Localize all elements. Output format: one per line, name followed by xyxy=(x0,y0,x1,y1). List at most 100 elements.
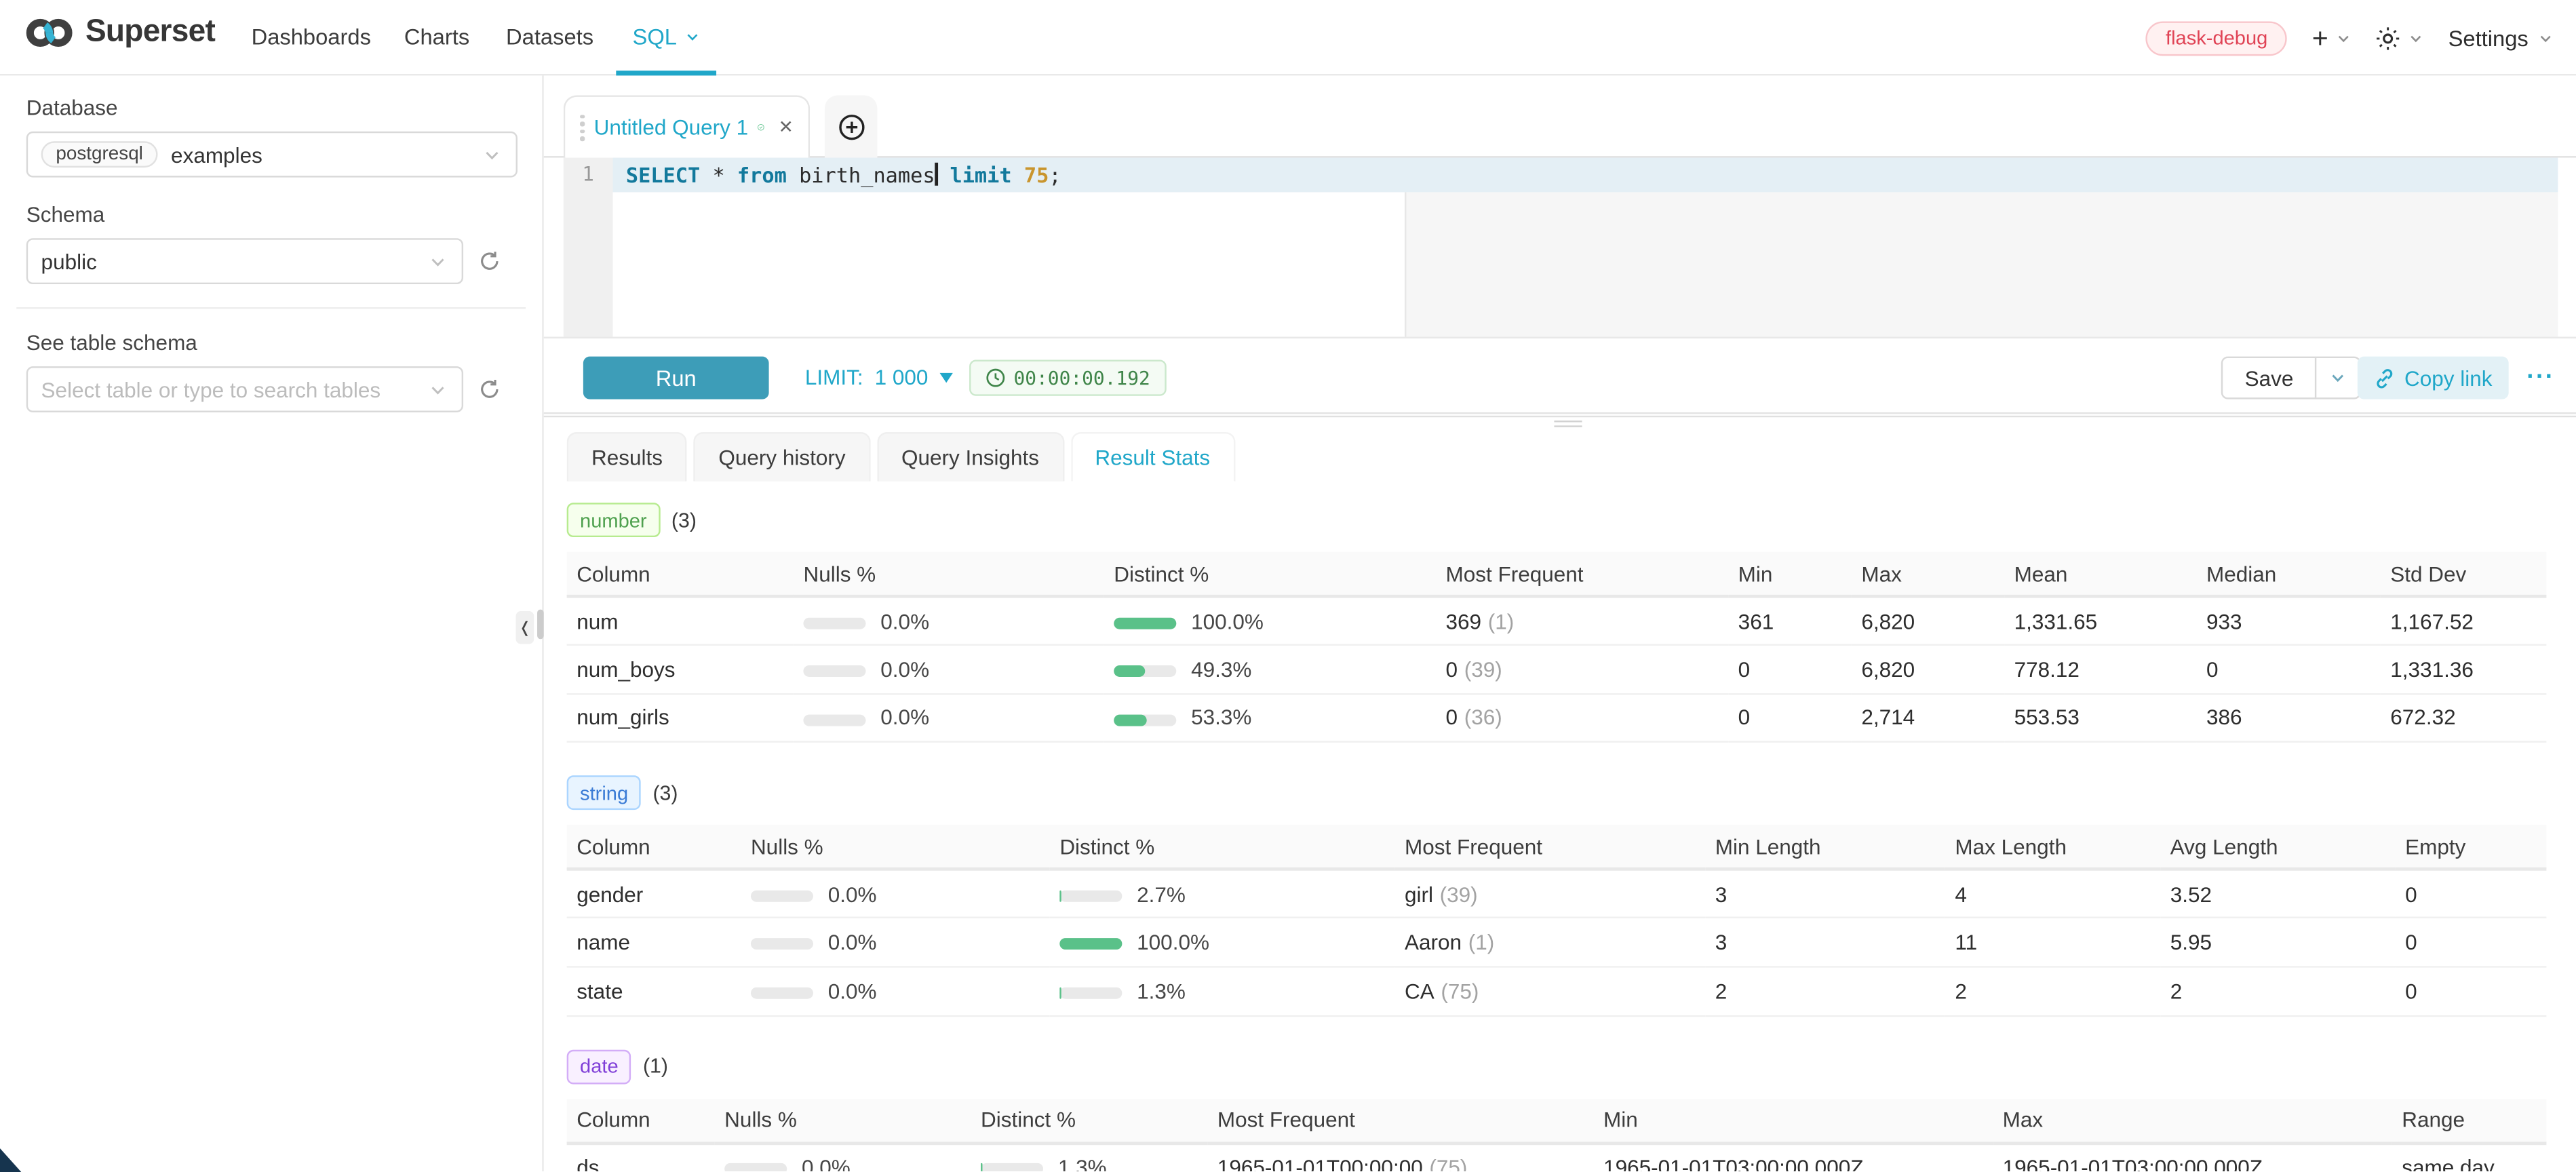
nulls-bar xyxy=(724,1163,787,1172)
table-schema-label: See table schema xyxy=(26,330,516,355)
most-frequent-count: (39) xyxy=(1440,882,1478,906)
copy-link-button[interactable]: Copy link xyxy=(2357,357,2509,399)
stat-cell: 3 xyxy=(1705,870,1945,918)
distinct-bar xyxy=(1059,891,1122,902)
save-options-button[interactable] xyxy=(2315,358,2359,397)
nulls-bar xyxy=(751,891,813,902)
most-frequent-value: CA xyxy=(1405,979,1435,1003)
schema-select[interactable]: public xyxy=(26,238,463,284)
run-button[interactable]: Run xyxy=(583,357,769,399)
results-tab-results[interactable]: Results xyxy=(567,432,688,482)
nulls-cell: 0.0% xyxy=(741,870,1049,918)
most-frequent-cell: 1965-01-01T00:00:00(75) xyxy=(1207,1143,1593,1172)
column-header: Min Length xyxy=(1705,825,1945,870)
refresh-schema-icon[interactable] xyxy=(478,250,501,273)
chevron-down-icon xyxy=(429,252,447,271)
most-frequent-count: (1) xyxy=(1468,930,1494,954)
stats-section-string: string(3)ColumnNulls %Distinct %Most Fre… xyxy=(567,776,2576,1016)
database-select[interactable]: postgresql examples xyxy=(26,132,518,178)
nulls-pct: 0.0% xyxy=(828,979,877,1003)
sql-code-editor[interactable]: 1 SELECT * from birth_names limit 75; xyxy=(564,158,2558,337)
column-header: Most Frequent xyxy=(1207,1098,1593,1142)
table-row: gender0.0%2.7%girl(39)343.520 xyxy=(567,870,2547,918)
stats-table-date: ColumnNulls %Distinct %Most FrequentMinM… xyxy=(567,1098,2547,1172)
nulls-pct: 0.0% xyxy=(802,1155,851,1172)
distinct-pct: 1.3% xyxy=(1058,1155,1107,1172)
table-select[interactable]: Select table or type to search tables xyxy=(26,366,463,412)
collapse-sidebar-button[interactable]: ❬ xyxy=(516,611,534,644)
nulls-pct: 0.0% xyxy=(828,930,877,954)
panel-resize-handle[interactable] xyxy=(537,610,544,640)
distinct-pct: 49.3% xyxy=(1191,657,1251,682)
stat-cell: 0 xyxy=(2396,918,2547,967)
column-header: Mean xyxy=(2004,552,2196,596)
nulls-pct: 0.0% xyxy=(880,705,929,730)
drag-handle-icon[interactable] xyxy=(580,114,584,140)
stat-cell: 2 xyxy=(1945,966,2160,1015)
save-split-button: Save xyxy=(2222,357,2361,399)
query-tab[interactable]: Untitled Query 1 ✕ xyxy=(564,95,810,157)
theme-menu[interactable] xyxy=(2376,26,2423,50)
most-frequent-value: 0 xyxy=(1446,657,1458,682)
elapsed-time: 00:00:00.192 xyxy=(1013,366,1150,389)
distinct-cell: 53.3% xyxy=(1104,694,1436,743)
most-frequent-cell: girl (39) xyxy=(1394,870,1705,918)
column-name-cell: state xyxy=(567,966,741,1015)
more-actions-button[interactable]: ... xyxy=(2526,357,2554,385)
nulls-pct: 0.0% xyxy=(880,657,929,682)
settings-menu[interactable]: Settings xyxy=(2448,26,2553,50)
link-icon xyxy=(2373,367,2394,388)
distinct-pct: 100.0% xyxy=(1137,930,1209,954)
most-frequent-value: girl xyxy=(1405,882,1433,906)
column-header: Range xyxy=(2392,1098,2547,1142)
print-margin-area xyxy=(1405,192,2558,336)
nav-item-dashboards[interactable]: Dashboards xyxy=(252,24,371,49)
distinct-cell: 49.3% xyxy=(1104,645,1436,694)
column-header: Max xyxy=(1852,552,2004,596)
column-name-cell: ds xyxy=(567,1143,715,1172)
new-query-tab-button[interactable] xyxy=(825,95,878,157)
database-engine-tag: postgresql xyxy=(41,141,158,168)
distinct-bar xyxy=(1114,617,1176,629)
close-tab-icon[interactable]: ✕ xyxy=(779,117,794,138)
stats-section-date: date(1)ColumnNulls %Distinct %Most Frequ… xyxy=(567,1049,2576,1172)
limit-label: LIMIT: xyxy=(805,365,863,389)
distinct-cell: 100.0% xyxy=(1104,596,1436,645)
stat-cell: 0 xyxy=(2196,645,2380,694)
table-row: name0.0%100.0%Aaron(1)3115.950 xyxy=(567,918,2547,967)
nulls-cell: 0.0% xyxy=(741,966,1049,1015)
stat-cell: 361 xyxy=(1728,596,1852,645)
distinct-pct: 53.3% xyxy=(1191,705,1251,730)
superset-logo[interactable]: Superset xyxy=(24,15,215,51)
column-name-cell: num_girls xyxy=(567,694,794,743)
nav-item-charts[interactable]: Charts xyxy=(404,24,469,49)
nulls-cell: 0.0% xyxy=(794,645,1104,694)
chevron-down-icon xyxy=(2330,370,2346,386)
most-frequent-count: (39) xyxy=(1464,657,1502,682)
stat-cell: 0 xyxy=(2396,870,2547,918)
results-tab-result-stats[interactable]: Result Stats xyxy=(1070,432,1234,482)
column-header: Most Frequent xyxy=(1436,552,1728,596)
new-item-menu[interactable]: + xyxy=(2312,24,2351,52)
results-tab-query-history[interactable]: Query history xyxy=(694,432,870,482)
distinct-bar xyxy=(1059,987,1122,998)
column-header: Column xyxy=(567,825,741,870)
limit-dropdown[interactable]: LIMIT: 1 000 xyxy=(805,365,953,389)
save-button[interactable]: Save xyxy=(2223,358,2315,397)
sql-token: SELECT xyxy=(626,163,700,187)
plus-circle-icon xyxy=(837,113,865,140)
clock-icon xyxy=(985,368,1005,388)
results-tab-query-insights[interactable]: Query Insights xyxy=(877,432,1064,482)
sql-token xyxy=(937,163,950,187)
stat-cell: 1965-01-01T03:00:00.000Z xyxy=(1993,1143,2392,1172)
distinct-bar xyxy=(1059,939,1122,950)
plus-icon: + xyxy=(2312,24,2328,52)
column-header: Nulls % xyxy=(715,1098,971,1142)
distinct-pct: 1.3% xyxy=(1137,979,1186,1003)
chevron-down-icon xyxy=(685,30,700,45)
nav-item-datasets[interactable]: Datasets xyxy=(506,24,593,49)
results-panel: ResultsQuery historyQuery InsightsResult… xyxy=(544,421,2576,1172)
table-row: num0.0%100.0%369(1)3616,8201,331.659331,… xyxy=(567,596,2547,645)
nav-item-sql[interactable]: SQL xyxy=(633,24,700,49)
refresh-tables-icon[interactable] xyxy=(478,378,501,401)
